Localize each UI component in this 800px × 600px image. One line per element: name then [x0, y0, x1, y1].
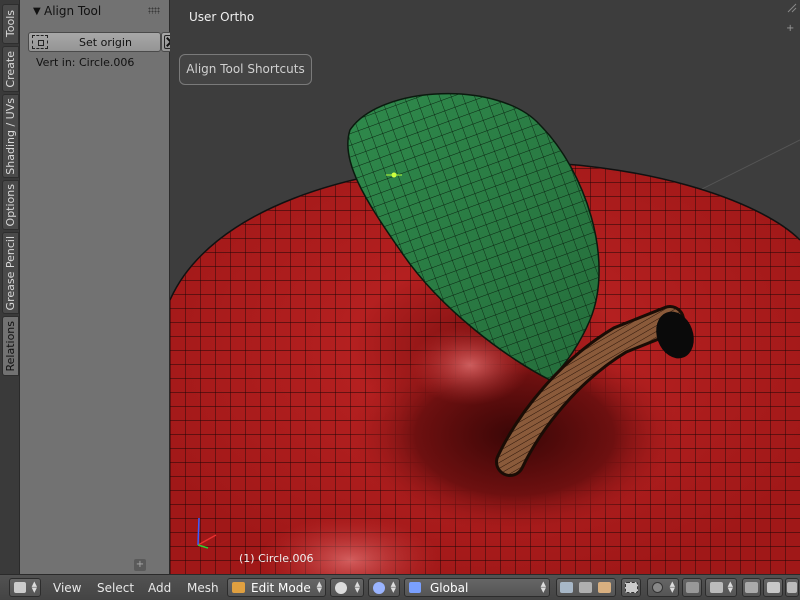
set-origin-label: Set origin	[79, 36, 132, 49]
tab-shading-uvs[interactable]: Shading / UVs	[2, 94, 19, 178]
set-origin-button[interactable]: Set origin	[28, 32, 161, 52]
orientation-selector[interactable]: Global ▲ ▼	[404, 578, 550, 597]
dashed-box-icon	[625, 582, 638, 593]
select-mode-buttons[interactable]	[556, 578, 616, 597]
orientation-label: Global	[430, 581, 469, 595]
apple-mesh-scene	[170, 93, 800, 574]
updown-icon: ▲ ▼	[316, 580, 322, 594]
viewport-plus-icon[interactable]: +	[786, 24, 796, 34]
face-select-icon[interactable]	[598, 582, 611, 593]
limit-selection-button[interactable]	[621, 578, 641, 597]
menu-mesh[interactable]: Mesh	[187, 581, 219, 595]
panel-title: Align Tool	[44, 4, 102, 18]
menu-select[interactable]: Select	[97, 581, 134, 595]
sync-icon	[745, 582, 758, 593]
updown-icon: ▲ ▼	[354, 580, 360, 594]
overflow-button[interactable]	[785, 578, 799, 597]
updown-icon: ▲ ▼	[31, 580, 37, 594]
panel-plus-icon[interactable]: +	[134, 559, 146, 571]
origin-icon	[32, 35, 48, 49]
updown-icon: ▲ ▼	[669, 580, 675, 594]
tool-shelf-panel: ▼ Align Tool Set origin Vert in: Circle.…	[20, 0, 181, 574]
menu-add[interactable]: Add	[148, 581, 171, 595]
uv-sync-button[interactable]	[742, 578, 761, 597]
updown-icon: ▲ ▼	[727, 580, 733, 594]
drag-grip-icon[interactable]	[148, 7, 160, 14]
align-tool-panel-header[interactable]: ▼ Align Tool	[20, 0, 170, 24]
object-info-text: (1) Circle.006	[239, 552, 314, 565]
magnet-icon	[686, 582, 699, 593]
camera-icon	[767, 582, 780, 593]
tab-grease-pencil[interactable]: Grease Pencil	[2, 232, 19, 314]
editor-type-button[interactable]: ▲ ▼	[9, 578, 41, 597]
transform-orientation-icon	[409, 582, 421, 593]
tab-relations[interactable]: Relations	[2, 316, 19, 376]
3d-viewport[interactable]: User Ortho Align Tool Shortcuts + (1) Ci…	[170, 0, 800, 574]
updown-icon: ▲ ▼	[390, 580, 396, 594]
proportional-edit-selector[interactable]: ▲ ▼	[647, 578, 679, 597]
tool-tab-strip: Tools Create Shading / UVs Options Greas…	[0, 0, 20, 574]
tab-tools[interactable]: Tools	[2, 4, 19, 44]
tab-options[interactable]: Options	[2, 180, 19, 230]
menu-view[interactable]: View	[53, 581, 81, 595]
shading-selector[interactable]: ▲ ▼	[330, 578, 364, 597]
viewport-corner-icon[interactable]	[786, 2, 798, 14]
proportional-edit-icon	[652, 582, 663, 593]
view-name-label: User Ortho	[189, 10, 255, 24]
pivot-icon	[373, 582, 385, 594]
mode-selector[interactable]: Edit Mode ▲ ▼	[227, 578, 326, 597]
vertex-select-icon[interactable]	[560, 582, 573, 593]
3d-view-header: ▲ ▼ View Select Add Mesh Edit Mode ▲ ▼ ▲ ▼ …	[0, 574, 800, 600]
align-tool-shortcuts-button[interactable]: Align Tool Shortcuts	[179, 54, 312, 85]
render-button[interactable]	[763, 578, 783, 597]
vert-info-text: Vert in: Circle.006	[36, 56, 135, 69]
pivot-selector[interactable]: ▲ ▼	[368, 578, 400, 597]
snap-increment-icon	[710, 582, 723, 593]
edge-select-icon[interactable]	[579, 582, 592, 593]
sphere-icon	[335, 582, 347, 594]
snap-toggle[interactable]	[682, 578, 702, 597]
cube-icon	[14, 582, 26, 593]
mode-label: Edit Mode	[251, 581, 311, 595]
updown-icon: ▲ ▼	[540, 580, 546, 594]
overflow-icon	[787, 582, 797, 593]
edit-mode-icon	[232, 582, 245, 593]
collapse-triangle-icon[interactable]: ▼	[33, 6, 41, 17]
snap-element-selector[interactable]: ▲ ▼	[705, 578, 737, 597]
tab-create[interactable]: Create	[2, 46, 19, 92]
